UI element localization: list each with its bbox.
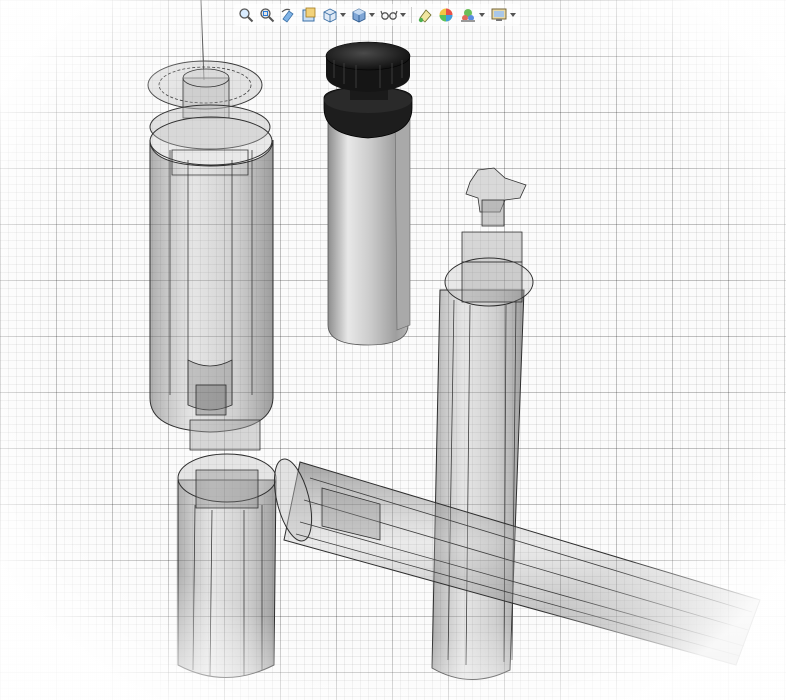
view-orientation-icon (323, 8, 337, 23)
model-scene[interactable] (0, 0, 786, 700)
chevron-down-icon (369, 13, 375, 17)
magnifier-plus-icon (239, 8, 254, 23)
view-settings-icon (461, 9, 475, 22)
edit-appearance-button[interactable] (415, 4, 435, 26)
section-view-icon (302, 7, 316, 22)
view-orientation-button[interactable] (320, 4, 348, 26)
hide-show-items-button[interactable] (378, 4, 408, 26)
display-style-button[interactable] (349, 4, 377, 26)
display-manager-button[interactable] (488, 4, 518, 26)
lower-left-tube[interactable] (177, 419, 277, 678)
graphics-area[interactable] (0, 0, 786, 700)
apply-scene-button[interactable] (436, 4, 456, 26)
clamp-knob-sleeve[interactable] (323, 41, 413, 346)
glasses-icon (380, 10, 398, 20)
chevron-down-icon (479, 13, 485, 17)
display-style-cube-icon (352, 8, 366, 23)
section-view-button[interactable] (299, 4, 319, 26)
heads-up-view-toolbar (234, 4, 520, 26)
chevron-down-icon (400, 13, 406, 17)
chevron-down-icon (340, 13, 346, 17)
zoom-to-area-button[interactable] (257, 4, 277, 26)
chevron-down-icon (510, 13, 516, 17)
zoom-to-fit-button[interactable] (236, 4, 256, 26)
monitor-icon (491, 8, 507, 21)
upper-tube-transparent[interactable] (147, 60, 274, 433)
toolbar-divider (411, 7, 412, 23)
previous-view-icon (281, 8, 294, 23)
previous-view-button[interactable] (278, 4, 298, 26)
view-settings-button[interactable] (457, 4, 487, 26)
magnifier-area-icon (260, 8, 275, 23)
appearance-icon (418, 9, 432, 23)
scene-sphere-icon (439, 8, 453, 22)
